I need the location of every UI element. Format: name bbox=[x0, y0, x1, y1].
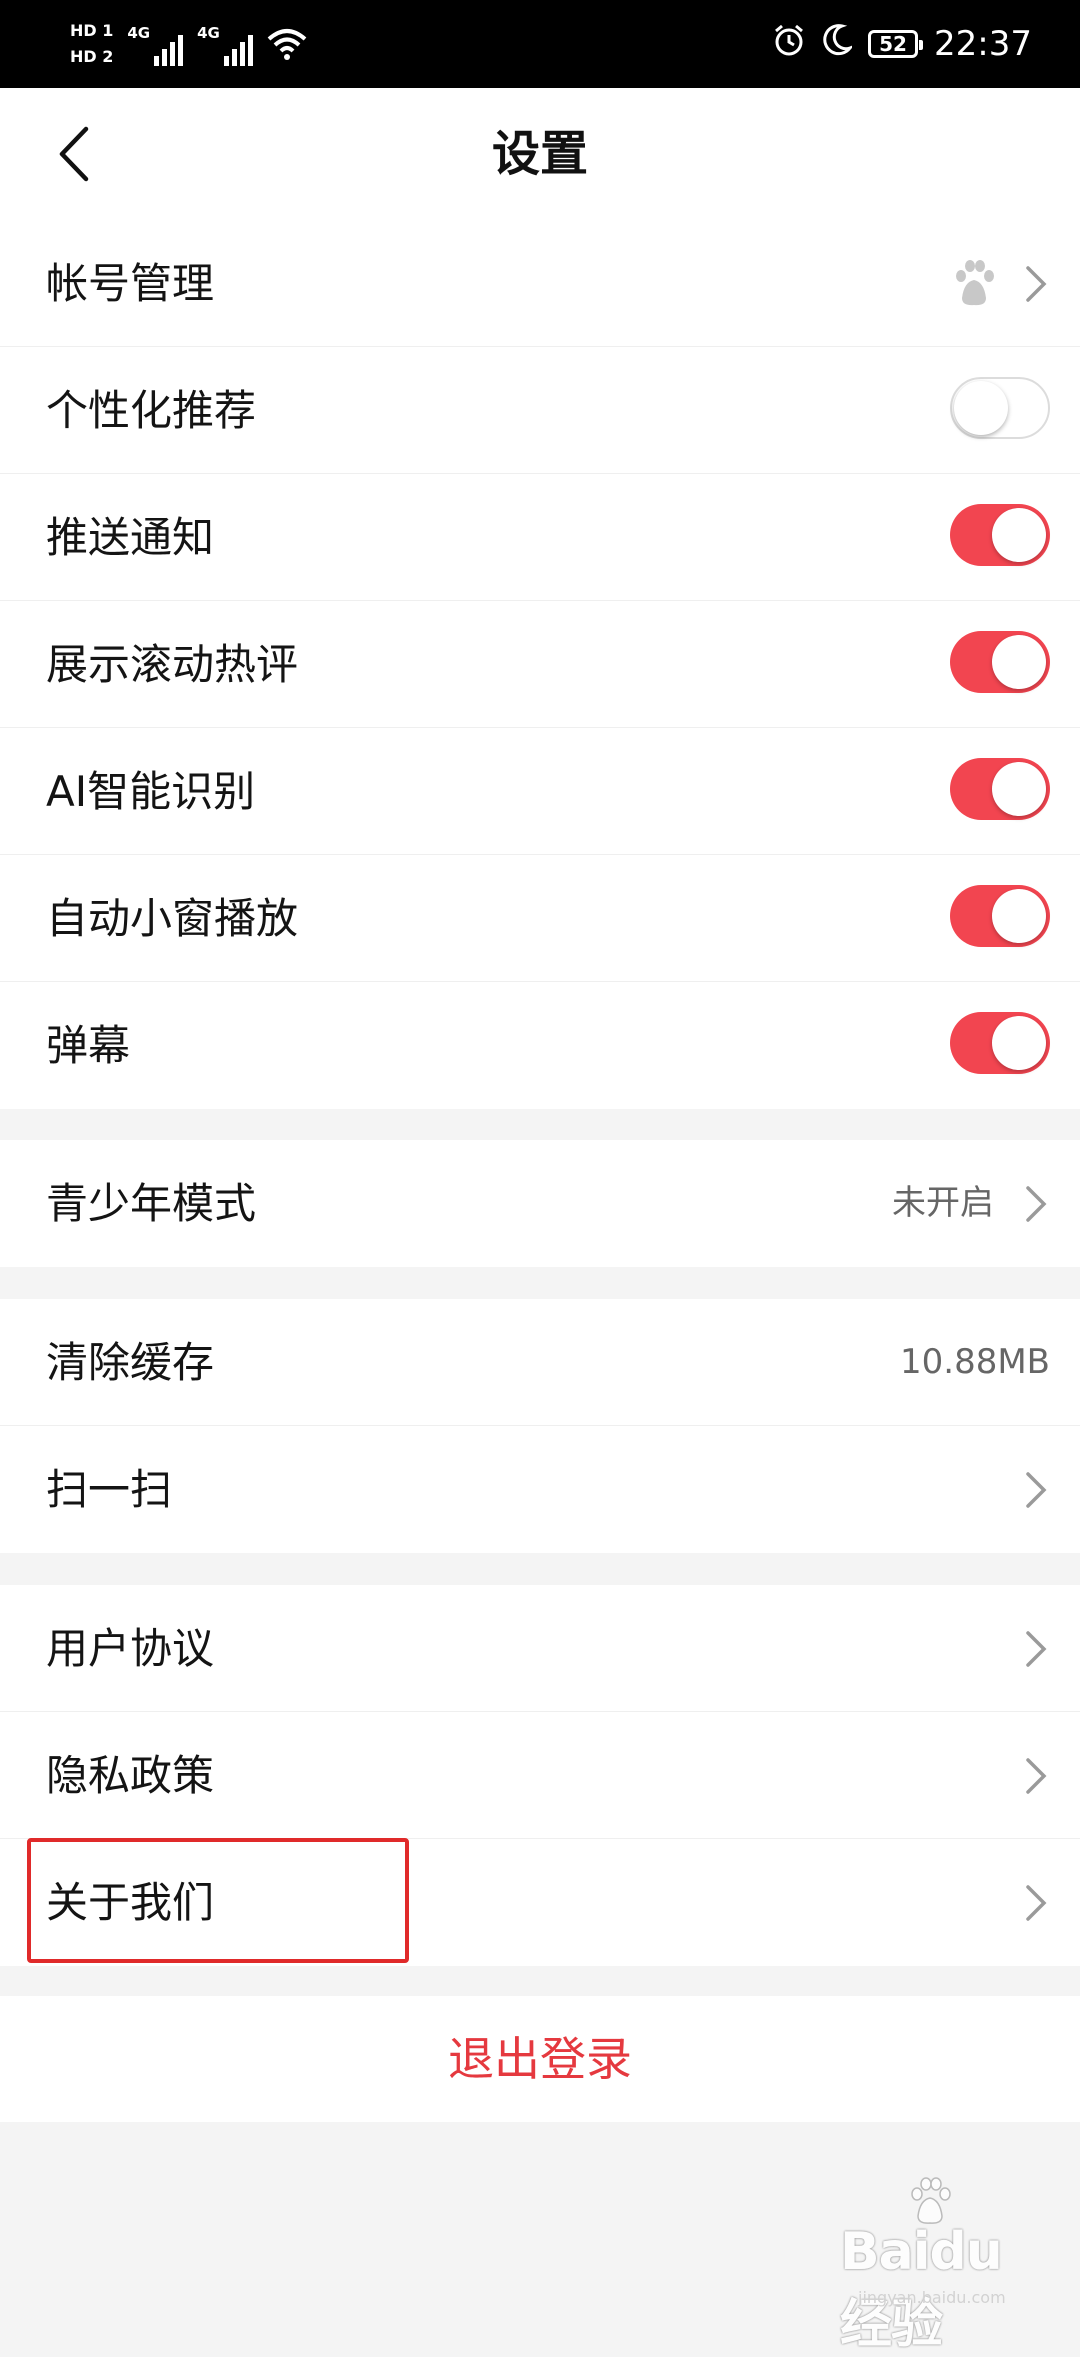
annotation-highlight-box bbox=[27, 1838, 409, 1963]
scrolling-hot-comments-toggle[interactable] bbox=[950, 631, 1050, 693]
row-label: 青少年模式 bbox=[46, 1179, 257, 1228]
ai-recognition-toggle[interactable] bbox=[950, 758, 1050, 820]
signal-bars-icon bbox=[223, 30, 253, 66]
row-label: 自动小窗播放 bbox=[46, 894, 299, 943]
watermark-url: jingyan.baidu.com bbox=[858, 2288, 1006, 2307]
danmaku-row: 弹幕 bbox=[0, 982, 1080, 1109]
hd-indicator: HD 1 HD 2 bbox=[70, 20, 113, 68]
back-arrow-icon bbox=[59, 126, 89, 182]
alarm-icon bbox=[772, 23, 806, 66]
toggle-knob bbox=[992, 1016, 1046, 1070]
clear-cache-row[interactable]: 清除缓存 10.88MB bbox=[0, 1299, 1080, 1426]
network-type-1: 4G bbox=[127, 24, 151, 42]
toggle-knob bbox=[992, 508, 1046, 562]
toggle-knob bbox=[992, 762, 1046, 816]
row-label: 展示滚动热评 bbox=[46, 640, 299, 689]
settings-group-tools: 清除缓存 10.88MB 扫一扫 bbox=[0, 1299, 1080, 1553]
row-label: 个性化推荐 bbox=[46, 386, 257, 435]
battery-level: 52 bbox=[879, 32, 907, 56]
cellular-signal-1: 4G bbox=[127, 22, 184, 66]
chevron-right-icon bbox=[1026, 1631, 1047, 1667]
row-label: 扫一扫 bbox=[46, 1465, 173, 1514]
personalized-recommendation-toggle[interactable] bbox=[950, 377, 1050, 439]
user-agreement-row[interactable]: 用户协议 bbox=[0, 1585, 1080, 1712]
signal-bars-icon bbox=[154, 30, 184, 66]
youth-mode-row[interactable]: 青少年模式 未开启 bbox=[0, 1140, 1080, 1267]
toggle-knob bbox=[954, 381, 1008, 435]
row-label: 用户协议 bbox=[46, 1624, 215, 1673]
chevron-right-icon bbox=[1026, 1758, 1047, 1794]
toggle-knob bbox=[992, 635, 1046, 689]
scrolling-hot-comments-row: 展示滚动热评 bbox=[0, 601, 1080, 728]
back-button[interactable] bbox=[38, 118, 110, 190]
chevron-right-icon bbox=[1026, 1186, 1047, 1222]
status-bar: HD 1 HD 2 4G 4G 52 22:37 bbox=[0, 0, 1080, 88]
battery-icon: 52 bbox=[868, 30, 924, 58]
hd1-label: HD 1 bbox=[70, 21, 114, 40]
row-label: 弹幕 bbox=[46, 1021, 131, 1070]
hd2-label: HD 2 bbox=[70, 47, 114, 66]
page-title: 设置 bbox=[491, 126, 588, 182]
clock-time: 22:37 bbox=[934, 24, 1032, 64]
chevron-right-icon bbox=[1026, 266, 1047, 302]
cache-size: 10.88MB bbox=[900, 1342, 1050, 1382]
youth-mode-status: 未开启 bbox=[892, 1183, 994, 1223]
baidu-jingyan-watermark: Baidu经验 jingyan.baidu.com bbox=[840, 2176, 1040, 2355]
ai-recognition-row: AI智能识别 bbox=[0, 728, 1080, 855]
row-label: 帐号管理 bbox=[46, 259, 215, 308]
cellular-signal-2: 4G bbox=[197, 22, 253, 66]
push-notification-row: 推送通知 bbox=[0, 474, 1080, 601]
logout-group: 退出登录 bbox=[0, 1996, 1080, 2122]
settings-group-main: 帐号管理 个性化推荐 推送通知 展示滚动热评 AI智能识别 自动小窗播放 弹幕 bbox=[0, 220, 1080, 1109]
row-label: 清除缓存 bbox=[46, 1338, 215, 1387]
baidu-paw-icon bbox=[956, 260, 994, 306]
chevron-right-icon bbox=[1026, 1472, 1047, 1508]
network-type-2: 4G bbox=[197, 24, 220, 42]
auto-mini-window-row: 自动小窗播放 bbox=[0, 855, 1080, 982]
danmaku-toggle[interactable] bbox=[950, 1012, 1050, 1074]
toggle-knob bbox=[992, 889, 1046, 943]
account-management-row[interactable]: 帐号管理 bbox=[0, 220, 1080, 347]
push-notification-toggle[interactable] bbox=[950, 504, 1050, 566]
row-label: 隐私政策 bbox=[46, 1751, 215, 1800]
chevron-right-icon bbox=[1026, 1885, 1047, 1921]
settings-group-youth: 青少年模式 未开启 bbox=[0, 1140, 1080, 1267]
row-label: AI智能识别 bbox=[46, 767, 256, 816]
privacy-policy-row[interactable]: 隐私政策 bbox=[0, 1712, 1080, 1839]
wifi-icon bbox=[267, 27, 307, 61]
auto-mini-window-toggle[interactable] bbox=[950, 885, 1050, 947]
logout-button[interactable]: 退出登录 bbox=[0, 1996, 1080, 2122]
personalized-recommendation-row: 个性化推荐 bbox=[0, 347, 1080, 474]
app-header: 设置 bbox=[0, 88, 1080, 221]
baidu-paw-icon bbox=[911, 2177, 951, 2224]
scan-row[interactable]: 扫一扫 bbox=[0, 1426, 1080, 1553]
row-label: 推送通知 bbox=[46, 513, 215, 562]
do-not-disturb-moon-icon bbox=[822, 23, 855, 65]
